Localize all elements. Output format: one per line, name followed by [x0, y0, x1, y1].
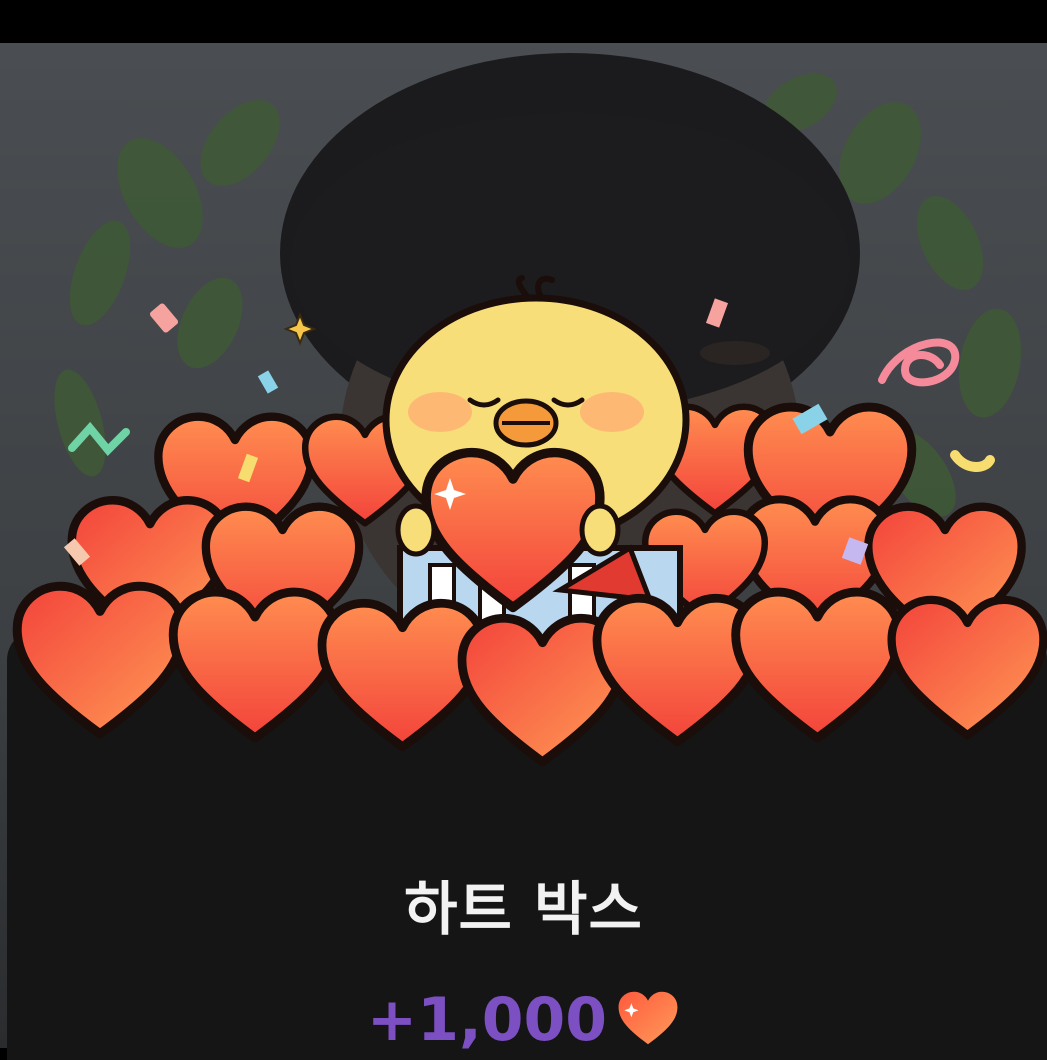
heart-icon	[616, 989, 680, 1051]
gift-title: 하트 박스	[404, 875, 643, 943]
reward-amount: +1,000	[366, 985, 607, 1055]
reward-amount-row: +1,000	[0, 985, 1047, 1055]
heart-box-gift-illustration	[0, 275, 1047, 800]
